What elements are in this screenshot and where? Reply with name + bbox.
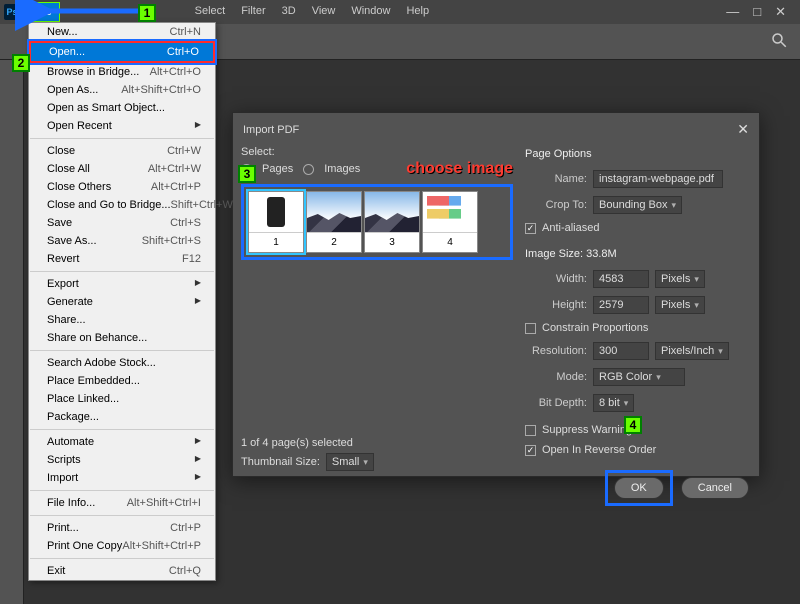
menu-item-search-stock[interactable]: Search Adobe Stock... bbox=[29, 354, 215, 372]
menu-item-import[interactable]: Import bbox=[29, 469, 215, 487]
bit-depth-select[interactable]: 8 bit bbox=[593, 394, 634, 412]
radio-pages-label: Pages bbox=[262, 163, 293, 175]
annotation-choose-image: choose image bbox=[406, 160, 513, 178]
menu-help[interactable]: Help bbox=[399, 2, 436, 22]
menu-item-close-bridge[interactable]: Close and Go to Bridge...Shift+Ctrl+W bbox=[29, 196, 215, 214]
thumb-size-label: Thumbnail Size: bbox=[241, 456, 320, 468]
dialog-title: Import PDF bbox=[243, 124, 299, 136]
menu-item-print[interactable]: Print...Ctrl+P bbox=[29, 519, 215, 537]
image-size-header: Image Size: 33.8M bbox=[525, 248, 749, 260]
annotation-badge-4: 4 bbox=[624, 416, 642, 434]
anti-aliased-label: Anti-aliased bbox=[542, 222, 599, 234]
menu-item-scripts[interactable]: Scripts bbox=[29, 451, 215, 469]
select-label: Select: bbox=[241, 146, 513, 158]
menu-select[interactable]: Select bbox=[188, 2, 233, 22]
anti-aliased-checkbox[interactable] bbox=[525, 223, 536, 234]
height-input[interactable]: 2579 bbox=[593, 296, 649, 314]
menu-item-place-embedded[interactable]: Place Embedded... bbox=[29, 372, 215, 390]
constrain-checkbox[interactable] bbox=[525, 323, 536, 334]
mode-select[interactable]: RGB Color bbox=[593, 368, 685, 386]
window-controls: — □ ✕ bbox=[726, 4, 796, 20]
menu-item-save[interactable]: SaveCtrl+S bbox=[29, 214, 215, 232]
menu-item-revert[interactable]: RevertF12 bbox=[29, 250, 215, 268]
menu-item-file-info[interactable]: File Info...Alt+Shift+Ctrl+I bbox=[29, 494, 215, 512]
height-unit-select[interactable]: Pixels bbox=[655, 296, 705, 314]
thumbnail-area: 1 2 3 4 bbox=[241, 184, 513, 260]
menu-item-place-linked[interactable]: Place Linked... bbox=[29, 390, 215, 408]
menu-window[interactable]: Window bbox=[344, 2, 397, 22]
radio-images[interactable] bbox=[303, 164, 314, 175]
menu-item-automate[interactable]: Automate bbox=[29, 433, 215, 451]
tools-panel[interactable] bbox=[0, 60, 24, 604]
thumb-3[interactable]: 3 bbox=[364, 191, 420, 253]
width-input[interactable]: 4583 bbox=[593, 270, 649, 288]
menu-item-open-smart[interactable]: Open as Smart Object... bbox=[29, 99, 215, 117]
minimize-icon[interactable]: — bbox=[726, 4, 739, 20]
menu-item-share-behance[interactable]: Share on Behance... bbox=[29, 329, 215, 347]
menu-item-open[interactable]: Open...Ctrl+O bbox=[29, 41, 215, 63]
crop-to-select[interactable]: Bounding Box bbox=[593, 196, 682, 214]
menu-item-export[interactable]: Export bbox=[29, 275, 215, 293]
selection-status: 1 of 4 page(s) selected bbox=[241, 437, 513, 449]
menu-item-new[interactable]: New...Ctrl+N bbox=[29, 23, 215, 41]
ok-button[interactable]: OK bbox=[614, 477, 664, 499]
annotation-badge-3: 3 bbox=[238, 165, 256, 183]
thumb-2[interactable]: 2 bbox=[306, 191, 362, 253]
resolution-unit-select[interactable]: Pixels/Inch bbox=[655, 342, 729, 360]
resolution-label: Resolution: bbox=[525, 345, 587, 357]
app-icon: Ps bbox=[4, 4, 20, 20]
mode-label: Mode: bbox=[525, 371, 587, 383]
menu-item-open-recent[interactable]: Open Recent bbox=[29, 117, 215, 135]
thumb-size-select[interactable]: Small bbox=[326, 453, 374, 471]
search-icon[interactable] bbox=[770, 31, 788, 52]
width-label: Width: bbox=[525, 273, 587, 285]
menu-item-close-all[interactable]: Close AllAlt+Ctrl+W bbox=[29, 160, 215, 178]
crop-to-label: Crop To: bbox=[525, 199, 587, 211]
menu-item-close[interactable]: CloseCtrl+W bbox=[29, 142, 215, 160]
dialog-titlebar: Import PDF ✕ bbox=[233, 113, 759, 146]
thumb-1[interactable]: 1 bbox=[248, 191, 304, 253]
menu-filter[interactable]: Filter bbox=[234, 2, 272, 22]
close-icon[interactable]: ✕ bbox=[775, 4, 786, 20]
bit-depth-label: Bit Depth: bbox=[525, 397, 587, 409]
menu-item-open-as[interactable]: Open As...Alt+Shift+Ctrl+O bbox=[29, 81, 215, 99]
annotation-badge-1: 1 bbox=[138, 4, 156, 22]
menu-item-save-as[interactable]: Save As...Shift+Ctrl+S bbox=[29, 232, 215, 250]
reverse-label: Open In Reverse Order bbox=[542, 444, 656, 456]
menu-view[interactable]: View bbox=[305, 2, 343, 22]
menu-item-generate[interactable]: Generate bbox=[29, 293, 215, 311]
radio-images-label: Images bbox=[324, 163, 360, 175]
file-menu-dropdown: New...Ctrl+N Open...Ctrl+O Browse in Bri… bbox=[28, 22, 216, 581]
menu-3d[interactable]: 3D bbox=[275, 2, 303, 22]
menu-item-package[interactable]: Package... bbox=[29, 408, 215, 426]
menu-item-print-one[interactable]: Print One CopyAlt+Shift+Ctrl+P bbox=[29, 537, 215, 555]
cancel-button[interactable]: Cancel bbox=[681, 477, 749, 499]
dialog-close-icon[interactable]: ✕ bbox=[737, 121, 749, 138]
resolution-input[interactable]: 300 bbox=[593, 342, 649, 360]
menu-item-share[interactable]: Share... bbox=[29, 311, 215, 329]
menu-item-close-others[interactable]: Close OthersAlt+Ctrl+P bbox=[29, 178, 215, 196]
thumb-4[interactable]: 4 bbox=[422, 191, 478, 253]
annotation-arrow bbox=[40, 4, 150, 21]
suppress-checkbox[interactable] bbox=[525, 425, 536, 436]
width-unit-select[interactable]: Pixels bbox=[655, 270, 705, 288]
annotation-badge-2: 2 bbox=[12, 54, 30, 72]
name-input[interactable]: instagram-webpage.pdf bbox=[593, 170, 723, 188]
name-label: Name: bbox=[525, 173, 587, 185]
constrain-label: Constrain Proportions bbox=[542, 322, 648, 334]
page-options-header: Page Options bbox=[525, 148, 749, 160]
ok-highlight: OK bbox=[605, 470, 673, 506]
import-pdf-dialog: Import PDF ✕ Select: Pages Images choose… bbox=[232, 112, 760, 477]
height-label: Height: bbox=[525, 299, 587, 311]
menu-item-browse-bridge[interactable]: Browse in Bridge...Alt+Ctrl+O bbox=[29, 63, 215, 81]
reverse-checkbox[interactable] bbox=[525, 445, 536, 456]
maximize-icon[interactable]: □ bbox=[753, 4, 761, 20]
menu-item-exit[interactable]: ExitCtrl+Q bbox=[29, 562, 215, 580]
